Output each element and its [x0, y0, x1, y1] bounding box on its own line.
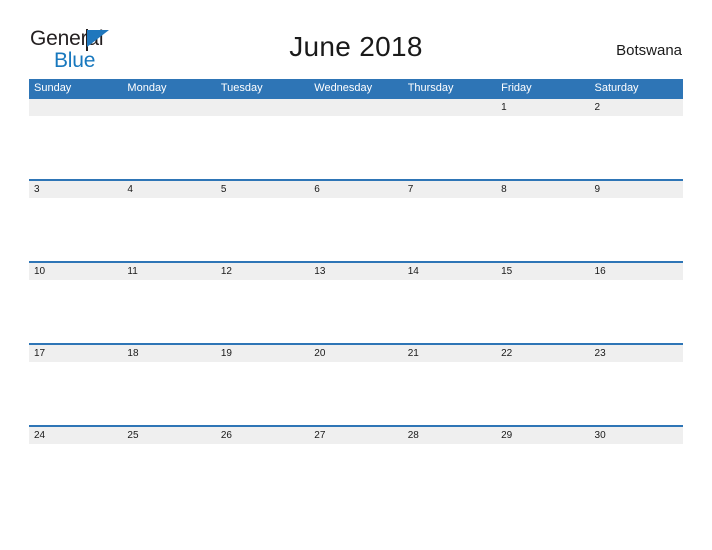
weekday-tuesday: Tuesday: [220, 82, 263, 94]
week-number-band: 1 2: [29, 99, 683, 116]
day-cell[interactable]: [309, 444, 402, 507]
day-number[interactable]: 11: [122, 263, 215, 280]
day-number[interactable]: 4: [122, 181, 215, 198]
calendar-week-row: 10 11 12 13 14 15 16: [29, 261, 683, 343]
week-body-row: [29, 362, 683, 425]
day-cell[interactable]: [29, 116, 122, 179]
day-cell[interactable]: [309, 116, 402, 179]
day-number[interactable]: 10: [29, 263, 122, 280]
day-number[interactable]: 25: [122, 427, 215, 444]
day-cell[interactable]: [29, 362, 122, 425]
day-number[interactable]: 18: [122, 345, 215, 362]
day-cell[interactable]: [122, 116, 215, 179]
day-cell[interactable]: [309, 198, 402, 261]
weekday-saturday: Saturday: [594, 82, 639, 94]
day-cell[interactable]: [590, 198, 683, 261]
week-body-row: [29, 198, 683, 261]
day-number[interactable]: 21: [403, 345, 496, 362]
day-cell[interactable]: [29, 280, 122, 343]
day-number[interactable]: 29: [496, 427, 589, 444]
day-cell[interactable]: [590, 444, 683, 507]
day-cell[interactable]: [496, 362, 589, 425]
day-cell[interactable]: [309, 362, 402, 425]
calendar-week-row: 3 4 5 6 7 8 9: [29, 179, 683, 261]
week-number-band: 10 11 12 13 14 15 16: [29, 263, 683, 280]
calendar-week-row: 17 18 19 20 21 22 23: [29, 343, 683, 425]
day-cell[interactable]: [590, 280, 683, 343]
day-number[interactable]: [216, 99, 309, 116]
day-cell[interactable]: [216, 280, 309, 343]
day-cell[interactable]: [403, 198, 496, 261]
day-cell[interactable]: [216, 116, 309, 179]
day-number[interactable]: 23: [590, 345, 683, 362]
day-number[interactable]: 1: [496, 99, 589, 116]
day-number[interactable]: 27: [309, 427, 402, 444]
week-number-band: 3 4 5 6 7 8 9: [29, 181, 683, 198]
week-number-band: 17 18 19 20 21 22 23: [29, 345, 683, 362]
day-number[interactable]: 14: [403, 263, 496, 280]
weekday-header-row: Sunday Monday Tuesday Wednesday Thursday…: [29, 79, 683, 97]
day-cell[interactable]: [29, 198, 122, 261]
day-number[interactable]: [29, 99, 122, 116]
day-cell[interactable]: [496, 198, 589, 261]
day-cell[interactable]: [122, 280, 215, 343]
region-label: Botswana: [616, 42, 682, 59]
week-body-row: [29, 444, 683, 507]
day-cell[interactable]: [590, 116, 683, 179]
day-cell[interactable]: [122, 444, 215, 507]
day-number[interactable]: 7: [403, 181, 496, 198]
day-number[interactable]: 28: [403, 427, 496, 444]
day-number[interactable]: 16: [590, 263, 683, 280]
day-cell[interactable]: [403, 362, 496, 425]
calendar-week-row: 24 25 26 27 28 29 30: [29, 425, 683, 507]
day-number[interactable]: 9: [590, 181, 683, 198]
day-cell[interactable]: [216, 362, 309, 425]
week-body-row: [29, 280, 683, 343]
weekday-sunday: Sunday: [34, 82, 72, 94]
day-number[interactable]: 19: [216, 345, 309, 362]
day-number[interactable]: 30: [590, 427, 683, 444]
day-number[interactable]: 20: [309, 345, 402, 362]
page-header: General Blue June 2018 Botswana: [0, 0, 712, 78]
calendar-table: Sunday Monday Tuesday Wednesday Thursday…: [29, 79, 683, 507]
day-number[interactable]: [309, 99, 402, 116]
weekday-friday: Friday: [501, 82, 532, 94]
day-number[interactable]: 13: [309, 263, 402, 280]
day-number[interactable]: 2: [590, 99, 683, 116]
day-cell[interactable]: [403, 280, 496, 343]
day-number[interactable]: 12: [216, 263, 309, 280]
day-cell[interactable]: [122, 362, 215, 425]
weekday-wednesday: Wednesday: [314, 82, 373, 94]
day-cell[interactable]: [216, 198, 309, 261]
day-cell[interactable]: [403, 116, 496, 179]
day-number[interactable]: 3: [29, 181, 122, 198]
weekday-thursday: Thursday: [407, 82, 454, 94]
day-number[interactable]: 17: [29, 345, 122, 362]
day-cell[interactable]: [216, 444, 309, 507]
week-body-row: [29, 116, 683, 179]
day-cell[interactable]: [403, 444, 496, 507]
day-cell[interactable]: [496, 116, 589, 179]
day-number[interactable]: 15: [496, 263, 589, 280]
day-cell[interactable]: [496, 444, 589, 507]
day-cell[interactable]: [29, 444, 122, 507]
calendar-page: General Blue June 2018 Botswana Sunday M…: [0, 0, 712, 550]
day-cell[interactable]: [309, 280, 402, 343]
day-number[interactable]: 22: [496, 345, 589, 362]
day-number[interactable]: 5: [216, 181, 309, 198]
day-number[interactable]: 26: [216, 427, 309, 444]
week-number-band: 24 25 26 27 28 29 30: [29, 427, 683, 444]
day-number[interactable]: [122, 99, 215, 116]
day-cell[interactable]: [590, 362, 683, 425]
day-cell[interactable]: [122, 198, 215, 261]
day-number[interactable]: 6: [309, 181, 402, 198]
weekday-monday: Monday: [127, 82, 167, 94]
calendar-week-row: 1 2: [29, 97, 683, 179]
page-title: June 2018: [289, 31, 423, 62]
day-number[interactable]: 8: [496, 181, 589, 198]
day-number[interactable]: 24: [29, 427, 122, 444]
day-number[interactable]: [403, 99, 496, 116]
day-cell[interactable]: [496, 280, 589, 343]
